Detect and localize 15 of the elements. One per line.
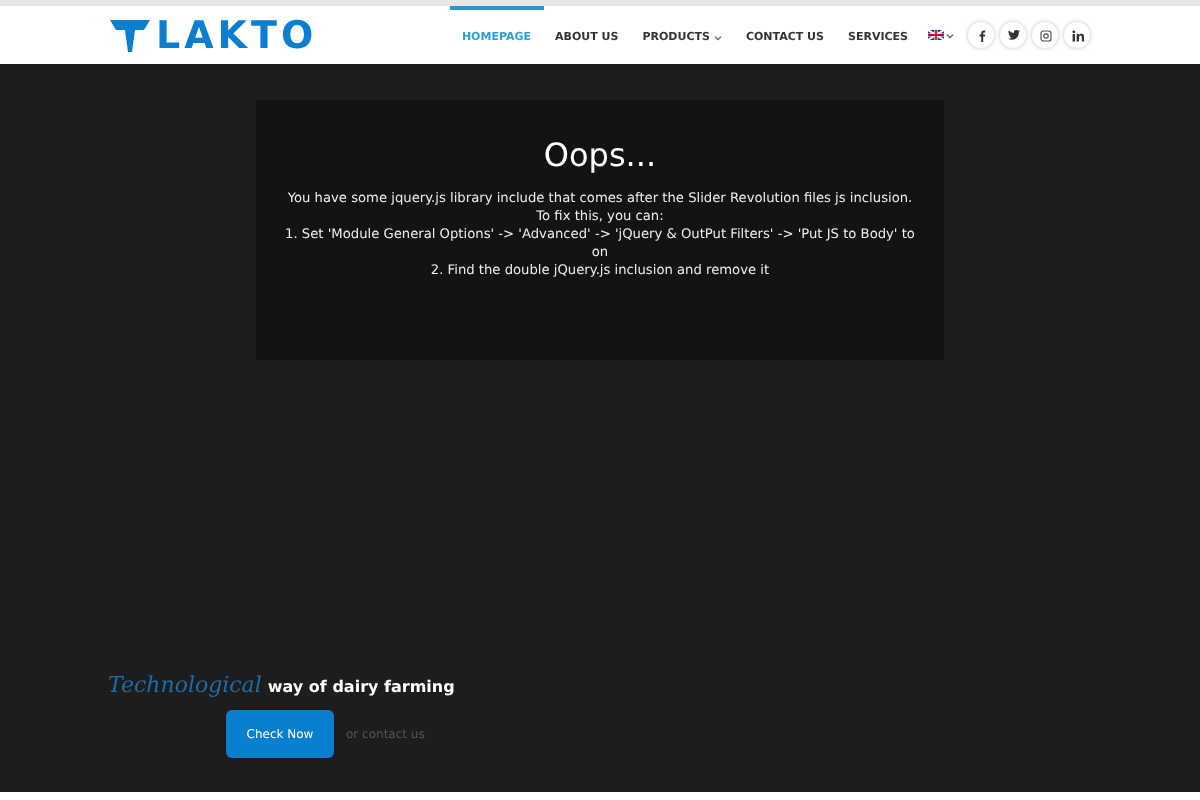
- social-button[interactable]: [1064, 22, 1090, 48]
- linkedin-icon: [1071, 29, 1083, 41]
- social-button[interactable]: [1000, 22, 1026, 48]
- hero-tagline: way of dairy farming: [267, 678, 455, 696]
- logo-icon: [110, 19, 150, 51]
- caret-icon: [713, 33, 722, 41]
- caret-icon[interactable]: [946, 31, 954, 39]
- twitter-icon: [1007, 30, 1019, 40]
- logo-text: LAKTO: [156, 13, 318, 57]
- instagram-icon: [1039, 29, 1051, 41]
- social-button[interactable]: [968, 22, 994, 48]
- hero-accent: Technological: [108, 672, 262, 698]
- facebook-icon: [977, 29, 985, 41]
- error-title: Oops...: [543, 136, 657, 174]
- flag-icon[interactable]: [928, 30, 944, 40]
